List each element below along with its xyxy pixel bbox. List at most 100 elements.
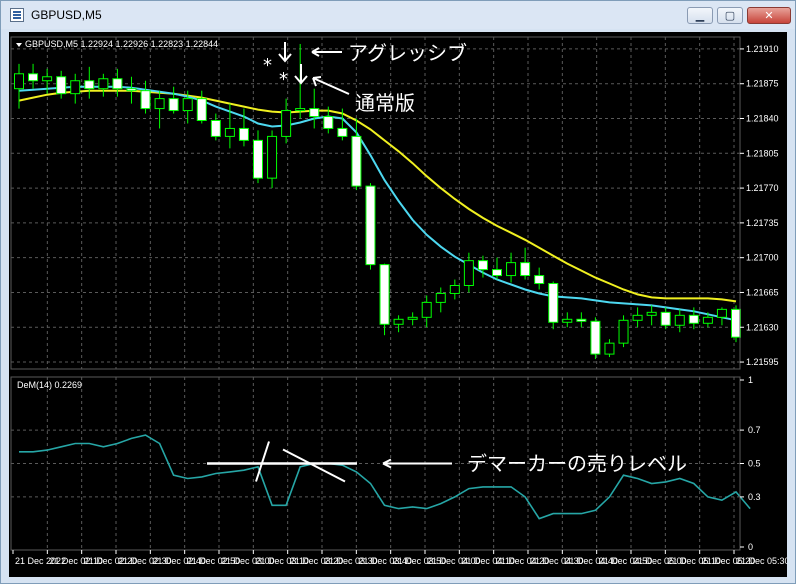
chart-window-icon bbox=[10, 8, 24, 22]
arrow-left-icon bbox=[382, 458, 452, 469]
chart-svg[interactable]: 1.21910 1.21875 1.21840 1.21805 1.21770 1.217… bbox=[9, 32, 787, 577]
candle-body bbox=[534, 275, 545, 285]
candle-body bbox=[309, 108, 320, 118]
candle-body bbox=[520, 262, 531, 277]
candle-body bbox=[126, 88, 137, 92]
candle-body bbox=[14, 73, 24, 90]
candle-body bbox=[351, 135, 362, 187]
candle-body bbox=[702, 316, 713, 324]
candle-body bbox=[182, 98, 193, 112]
chart-header: GBPUSD,M5 1.22924 1.22926 1.22823 1.2284… bbox=[25, 39, 218, 49]
price-tick-label: 1.21735 bbox=[746, 218, 779, 228]
maximize-icon: ▢ bbox=[724, 9, 736, 22]
chart-window: GBPUSD,M5 ▁ ▢ ✕ 1.21910 1.21875 1.21840 1.2… bbox=[0, 0, 796, 584]
minimize-icon: ▁ bbox=[695, 9, 705, 22]
candle-body bbox=[421, 301, 432, 318]
collapse-triangle-icon bbox=[16, 43, 22, 47]
annotation-normal: 通常版 bbox=[355, 91, 415, 115]
candle-body bbox=[660, 311, 671, 326]
minimize-button[interactable]: ▁ bbox=[687, 7, 713, 24]
candle-body bbox=[98, 78, 109, 90]
candle-body bbox=[337, 127, 348, 137]
candle-body bbox=[506, 262, 517, 277]
price-tick-label: 1.21700 bbox=[746, 253, 779, 263]
candle-body bbox=[224, 127, 235, 137]
ma-fast-line bbox=[18, 85, 737, 322]
candle-body bbox=[42, 76, 53, 82]
asterisk-icon: * bbox=[279, 69, 288, 90]
candle-body bbox=[674, 314, 685, 326]
candle-body bbox=[281, 110, 292, 137]
chart-area[interactable]: 1.21910 1.21875 1.21840 1.21805 1.21770 1.217… bbox=[9, 32, 787, 577]
price-tick-label: 1.21665 bbox=[746, 287, 779, 297]
candle-body bbox=[590, 320, 601, 355]
price-tick-label: 1.21910 bbox=[746, 44, 779, 54]
candle-body bbox=[154, 98, 165, 110]
candle-body bbox=[449, 285, 460, 294]
time-tick-label: 21 Dec 05:30 bbox=[736, 556, 787, 566]
candle-body bbox=[632, 314, 643, 321]
dem-tick-label: 0.3 bbox=[748, 492, 761, 502]
candle-body bbox=[210, 119, 221, 137]
candle-body bbox=[646, 311, 657, 316]
dem-tick-label: 0.7 bbox=[748, 425, 761, 435]
annotation-dem-sell: デマーカーの売りレベル bbox=[467, 452, 687, 476]
price-tick-label: 1.21805 bbox=[746, 148, 779, 158]
moving-averages bbox=[18, 85, 737, 322]
candle-body bbox=[548, 283, 559, 323]
candle-body bbox=[576, 318, 587, 322]
candle-body bbox=[56, 76, 67, 95]
dem-tick-label: 1 bbox=[748, 375, 753, 385]
candle-body bbox=[323, 116, 334, 129]
candle-body bbox=[393, 318, 404, 325]
price-tick-label: 1.21595 bbox=[746, 357, 779, 367]
candle-body bbox=[140, 90, 151, 110]
ma-slow-line bbox=[18, 89, 737, 303]
close-button[interactable]: ✕ bbox=[747, 7, 791, 24]
price-tick-label: 1.21840 bbox=[746, 114, 779, 124]
cross-mark bbox=[282, 448, 346, 483]
arrow-left-icon bbox=[312, 76, 350, 95]
candle-body bbox=[70, 80, 81, 95]
candle-body bbox=[84, 80, 95, 90]
axes: 1.21910 1.21875 1.21840 1.21805 1.21770 1.217… bbox=[10, 36, 787, 566]
demarker-indicator bbox=[19, 434, 751, 520]
candle-body bbox=[407, 316, 418, 320]
maximize-button[interactable]: ▢ bbox=[717, 7, 743, 24]
asterisk-icon: * bbox=[263, 55, 272, 76]
cross-mark bbox=[255, 441, 270, 482]
annotation-aggressive: アグレッシブ bbox=[348, 41, 467, 65]
candle-body bbox=[463, 260, 474, 287]
dem-tick-label: 0.5 bbox=[748, 459, 761, 469]
candle-body bbox=[618, 319, 629, 344]
candle-body bbox=[716, 308, 727, 318]
arrow-down-icon bbox=[294, 64, 308, 85]
price-tick-label: 1.21875 bbox=[746, 79, 779, 89]
candle-body bbox=[688, 314, 699, 324]
candle-body bbox=[295, 108, 306, 112]
dem-tick-label: 0 bbox=[748, 542, 753, 552]
candle-body bbox=[435, 292, 446, 303]
dem-line bbox=[19, 434, 751, 520]
candle-body bbox=[562, 318, 573, 323]
candle-body bbox=[604, 342, 615, 355]
candle-body bbox=[267, 135, 278, 179]
price-tick-label: 1.21630 bbox=[746, 322, 779, 332]
candle-body bbox=[492, 269, 502, 277]
candle-body bbox=[196, 98, 207, 121]
candle-body bbox=[112, 78, 123, 90]
price-tick-label: 1.21770 bbox=[746, 183, 779, 193]
dem-header: DeM(14) 0.2269 bbox=[17, 380, 82, 390]
candle-body bbox=[28, 73, 39, 82]
candle-body bbox=[379, 264, 390, 325]
window-title: GBPUSD,M5 bbox=[31, 8, 102, 22]
candle-body bbox=[253, 139, 263, 179]
candle-body bbox=[477, 260, 488, 271]
candle-body bbox=[168, 98, 179, 112]
close-icon: ✕ bbox=[764, 9, 774, 22]
candle-body bbox=[731, 308, 741, 338]
arrow-down-icon bbox=[278, 42, 292, 63]
candle-body bbox=[365, 185, 376, 266]
candle-body bbox=[238, 127, 249, 141]
title-bar[interactable]: GBPUSD,M5 ▁ ▢ ✕ bbox=[1, 1, 795, 29]
